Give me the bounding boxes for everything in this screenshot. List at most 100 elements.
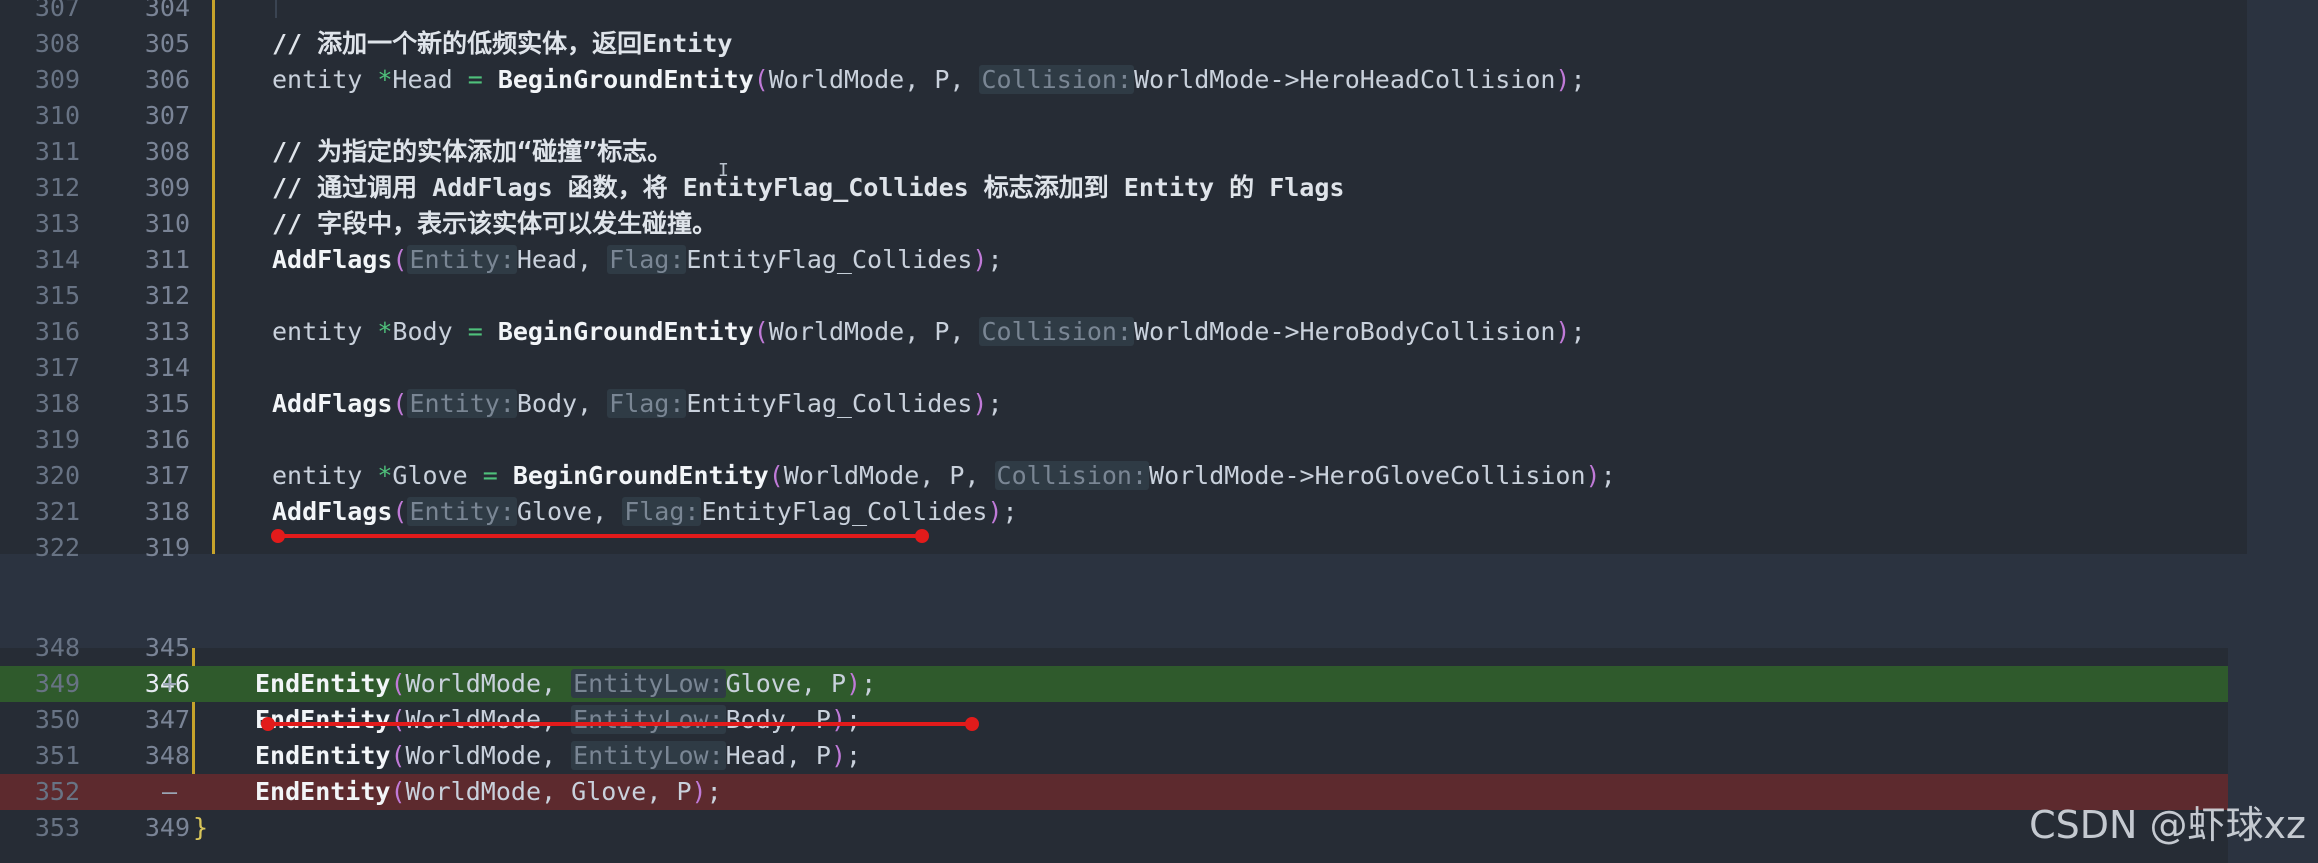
code-text[interactable]: EndEntity(WorldMode, EntityLow:Glove, P)… <box>255 666 876 702</box>
new-line-number: 349 <box>144 813 190 842</box>
code-token: WorldMode, P, <box>768 317 980 346</box>
code-token: entity <box>272 317 378 346</box>
code-line[interactable]: 320 317 entity *Glove = BeginGroundEntity(… <box>0 458 2247 494</box>
editor-pane-bottom[interactable]: 348 345 349 346 + EndEntity(WorldMode, Entity… <box>0 633 2228 863</box>
code-text[interactable]: // 通过调用 AddFlags 函数，将 EntityFlag_Collide… <box>272 170 1344 206</box>
code-line[interactable]: 310 307 <box>0 98 2247 134</box>
code-token: ) <box>846 669 862 698</box>
old-line-number: 319 <box>34 425 80 454</box>
code-token: ; <box>987 389 1003 418</box>
code-token: EntityFlag_Collides <box>686 245 973 274</box>
function-name: EndEntity <box>255 669 391 698</box>
code-token: WorldMode->HeroBodyCollision <box>1133 317 1556 346</box>
code-text[interactable]: EndEntity(WorldMode, EntityLow:Head, P); <box>255 738 861 774</box>
code-token: ; <box>1600 461 1616 490</box>
code-line[interactable]: 314 311 AddFlags(Entity:Head, Flag:EntityF… <box>0 242 2247 278</box>
code-line[interactable]: 318 315 AddFlags(Entity:Body, Flag:EntityF… <box>0 386 2247 422</box>
code-line[interactable]: 307 304 <box>0 0 2247 26</box>
code-token: ( <box>392 389 408 418</box>
code-line[interactable]: 319 316 <box>0 422 2247 458</box>
code-token: Head, P <box>725 741 831 770</box>
code-token: ; <box>861 669 877 698</box>
inlay-parameter-hint: Entity: <box>407 389 517 418</box>
code-text[interactable]: entity *Head = BeginGroundEntity(WorldMo… <box>272 62 1586 98</box>
new-line-number <box>110 774 190 810</box>
code-token: WorldMode->HeroGloveCollision <box>1149 461 1586 490</box>
code-text[interactable]: AddFlags(Entity:Body, Flag:EntityFlag_Co… <box>272 386 1003 422</box>
code-line[interactable]: 316 313 entity *Body = BeginGroundEntity(W… <box>0 314 2247 350</box>
new-line-number: 314 <box>144 353 190 382</box>
comment-text: // 字段中，表示该实体可以发生碰撞。 <box>272 209 718 238</box>
code-text[interactable]: // 添加一个新的低频实体，返回Entity <box>272 26 732 62</box>
code-token: ; <box>846 741 862 770</box>
code-token: } <box>193 813 209 842</box>
code-text[interactable]: entity *Body = BeginGroundEntity(WorldMo… <box>272 314 1586 350</box>
old-line-number: 315 <box>34 281 80 310</box>
code-line-removed[interactable]: 352 — EndEntity(WorldMode, Glove, P); <box>0 774 2228 810</box>
code-token: WorldMode, P, <box>783 461 995 490</box>
code-text[interactable]: // 为指定的实体添加“碰撞”标志。 <box>272 134 672 170</box>
code-token: Glove, <box>516 497 623 526</box>
code-line[interactable]: 311 308 // 为指定的实体添加“碰撞”标志。 <box>0 134 2247 170</box>
old-line-number: 311 <box>34 137 80 166</box>
code-token: WorldMode, <box>405 741 572 770</box>
inlay-parameter-hint: Entity: <box>407 497 517 526</box>
code-token: WorldMode, <box>405 669 572 698</box>
code-line[interactable]: 312 309 // 通过调用 AddFlags 函数，将 EntityFlag_C… <box>0 170 2247 206</box>
code-text[interactable]: EndEntity(WorldMode, EntityLow:Body, P); <box>255 702 861 738</box>
code-text[interactable]: entity *Glove = BeginGroundEntity(WorldM… <box>272 458 1616 494</box>
code-text[interactable]: } <box>193 810 208 846</box>
code-token: = <box>482 461 498 490</box>
text-cursor-icon: I <box>718 160 729 181</box>
code-text[interactable]: // 字段中，表示该实体可以发生碰撞。 <box>272 206 717 242</box>
code-line[interactable]: 309 306 entity *Head = BeginGroundEntity(W… <box>0 62 2247 98</box>
code-text[interactable]: EndEntity(WorldMode, Glove, P); <box>255 774 722 810</box>
code-token: ( <box>390 705 406 734</box>
code-line[interactable]: 353 349} <box>0 810 2228 846</box>
code-token: entity <box>272 461 378 490</box>
code-line-added[interactable]: 349 346 + EndEntity(WorldMode, EntityLow:Gl… <box>0 666 2228 702</box>
old-line-number: 309 <box>34 65 80 94</box>
inlay-parameter-hint: Collision: <box>979 65 1134 94</box>
code-line[interactable]: 348 345 <box>0 630 2228 666</box>
new-line-number: 316 <box>144 425 190 454</box>
code-token: ) <box>972 245 988 274</box>
code-token: WorldMode, Glove, P <box>405 777 692 806</box>
inlay-parameter-hint: EntityLow: <box>571 669 726 698</box>
old-line-number: 308 <box>34 29 80 58</box>
comment-text: // 为指定的实体添加“碰撞”标志。 <box>272 137 673 166</box>
old-line-number: 312 <box>34 173 80 202</box>
new-line-number: 318 <box>144 497 190 526</box>
code-text[interactable]: AddFlags(Entity:Glove, Flag:EntityFlag_C… <box>272 494 1018 530</box>
code-line[interactable]: 317 314 <box>0 350 2247 386</box>
code-line[interactable]: 350 347 EndEntity(WorldMode, EntityLow:Bod… <box>0 702 2228 738</box>
annotation-dot-end <box>965 717 979 731</box>
editor-pane-top[interactable]: 307 304 308 305 // 添加一个新的低频实体，返回Entity 309 306… <box>0 0 2247 562</box>
new-line-number: 304 <box>144 0 190 22</box>
new-line-number: 313 <box>144 317 190 346</box>
code-token: * <box>377 65 393 94</box>
code-token: ; <box>706 777 722 806</box>
code-line[interactable]: 315 312 <box>0 278 2247 314</box>
function-name: AddFlags <box>272 389 393 418</box>
code-line[interactable]: 351 348 EndEntity(WorldMode, EntityLow:Hea… <box>0 738 2228 774</box>
new-line-number: 311 <box>144 245 190 274</box>
code-line[interactable]: 313 310 // 字段中，表示该实体可以发生碰撞。 <box>0 206 2247 242</box>
new-line-number: 346 <box>144 669 190 698</box>
function-name: AddFlags <box>272 497 393 526</box>
code-token: EntityFlag_Collides <box>686 389 973 418</box>
code-token: ( <box>753 65 769 94</box>
code-line[interactable]: 308 305 // 添加一个新的低频实体，返回Entity <box>0 26 2247 62</box>
watermark: CSDN @虾球xz <box>2029 803 2306 847</box>
code-text[interactable]: AddFlags(Entity:Head, Flag:EntityFlag_Co… <box>272 242 1003 278</box>
inlay-parameter-hint: Flag: <box>622 497 702 526</box>
new-line-number: 317 <box>144 461 190 490</box>
code-token: ( <box>768 461 784 490</box>
function-name: EndEntity <box>255 741 391 770</box>
function-name: EndEntity <box>255 705 391 734</box>
code-line[interactable]: 321 318 AddFlags(Entity:Glove, Flag:Entity… <box>0 494 2247 530</box>
old-line-number: 318 <box>34 389 80 418</box>
code-token: ( <box>753 317 769 346</box>
code-token: Head <box>392 65 468 94</box>
